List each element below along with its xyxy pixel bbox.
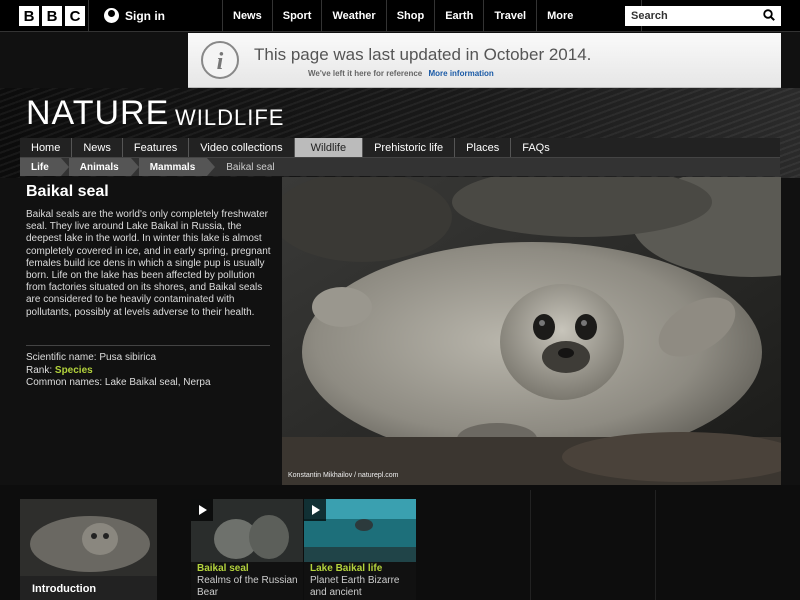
breadcrumb: Life Animals Mammals Baikal seal — [20, 158, 780, 176]
column-divider — [655, 490, 656, 600]
introduction-image — [20, 499, 157, 576]
svg-text:i: i — [217, 49, 224, 75]
breadcrumb-mammals[interactable]: Mammals — [138, 158, 215, 176]
species-facts: Scientific name: Pusa sibirica Rank: Spe… — [26, 352, 211, 390]
baikal-seal-photo: Konstantin Mikhailov / naturepl.com — [282, 177, 781, 485]
notice-title: This page was last updated in October 20… — [254, 45, 592, 64]
video-thumbnail — [304, 499, 416, 562]
nav-news[interactable]: News — [222, 0, 272, 32]
header-divider — [88, 0, 89, 32]
breadcrumb-life[interactable]: Life — [20, 158, 69, 176]
common-names-value: Lake Baikal seal, Nerpa — [104, 377, 211, 388]
tab-places[interactable]: Places — [455, 138, 512, 157]
species-description: Baikal seals are the world's only comple… — [26, 209, 271, 318]
notice-subtitle-text: We've left it here for reference — [308, 69, 423, 78]
bbc-logo-letter: C — [65, 6, 85, 26]
bbc-logo[interactable]: B B C — [19, 6, 85, 26]
species-info-panel: Baikal seal Baikal seals are the world's… — [20, 177, 282, 485]
section-nav: Home News Features Video collections Wil… — [20, 138, 780, 158]
video-title: Baikal seal — [197, 563, 249, 574]
scientific-name-value: Pusa sibirica — [99, 352, 157, 363]
tab-news[interactable]: News — [72, 138, 123, 157]
play-icon[interactable] — [304, 499, 326, 521]
video-subtitle: Planet Earth Bizarre and ancient — [310, 575, 400, 598]
user-icon — [104, 8, 119, 23]
section-title[interactable]: WILDLIFE — [175, 105, 284, 131]
nav-earth[interactable]: Earth — [434, 0, 483, 32]
tab-wildlife[interactable]: Wildlife — [294, 138, 364, 157]
more-information-link[interactable]: More information — [428, 69, 493, 78]
common-names-label: Common names: — [26, 377, 103, 388]
nav-sport[interactable]: Sport — [271, 0, 322, 32]
tab-home[interactable]: Home — [20, 138, 73, 157]
nav-weather[interactable]: Weather — [321, 0, 385, 32]
site-title[interactable]: NATURE — [26, 94, 169, 133]
introduction-label: Introduction — [32, 583, 97, 595]
bbc-logo-letter: B — [42, 6, 62, 26]
breadcrumb-current: Baikal seal — [226, 161, 275, 173]
species-title: Baikal seal — [26, 183, 109, 200]
signin-label: Sign in — [125, 8, 165, 23]
rank-label: Rank: — [26, 364, 53, 376]
seal-illustration — [282, 177, 781, 485]
tab-features[interactable]: Features — [123, 138, 190, 157]
nav-more-label: More — [547, 10, 574, 22]
introduction-thumbnail — [20, 499, 157, 576]
signin-link[interactable]: Sign in — [104, 8, 165, 23]
nav-travel[interactable]: Travel — [483, 0, 536, 32]
search-input[interactable] — [625, 7, 755, 25]
facts-divider — [26, 345, 270, 346]
notice-subtitle: We've left it here for reference More in… — [308, 69, 494, 78]
tab-prehistoric-life[interactable]: Prehistoric life — [363, 138, 456, 157]
tab-faqs[interactable]: FAQs — [511, 138, 561, 157]
tab-video-collections[interactable]: Video collections — [189, 138, 295, 157]
video-thumbnail — [191, 499, 303, 562]
global-header: B B C Sign in News Sport Weather Shop Ea… — [0, 0, 800, 32]
breadcrumb-animals[interactable]: Animals — [68, 158, 139, 176]
search-icon[interactable] — [763, 9, 775, 21]
video-card[interactable]: Lake Baikal life Planet Earth Bizarre an… — [304, 499, 416, 600]
archive-notice: i This page was last updated in October … — [188, 33, 781, 88]
column-divider — [530, 490, 531, 600]
scientific-name-label: Scientific name: — [26, 352, 97, 363]
info-icon: i — [201, 41, 239, 79]
image-credit: Konstantin Mikhailov / naturepl.com — [288, 472, 399, 479]
video-title: Lake Baikal life — [310, 563, 383, 574]
play-icon[interactable] — [191, 499, 213, 521]
introduction-card[interactable]: Introduction — [20, 499, 157, 600]
global-nav: News Sport Weather Shop Earth Travel Mor… — [222, 0, 643, 32]
video-subtitle: Realms of the Russian Bear — [197, 575, 298, 598]
video-card[interactable]: Baikal seal Realms of the Russian Bear — [191, 499, 303, 600]
nav-shop[interactable]: Shop — [385, 0, 435, 32]
common-names-row: Common names: Lake Baikal seal, Nerpa — [26, 377, 211, 390]
rank-link[interactable]: Species — [55, 365, 93, 376]
rank-row: Rank: Species — [26, 365, 211, 378]
scientific-name-row: Scientific name: Pusa sibirica — [26, 352, 211, 365]
bbc-logo-letter: B — [19, 6, 39, 26]
search-box — [625, 6, 781, 26]
